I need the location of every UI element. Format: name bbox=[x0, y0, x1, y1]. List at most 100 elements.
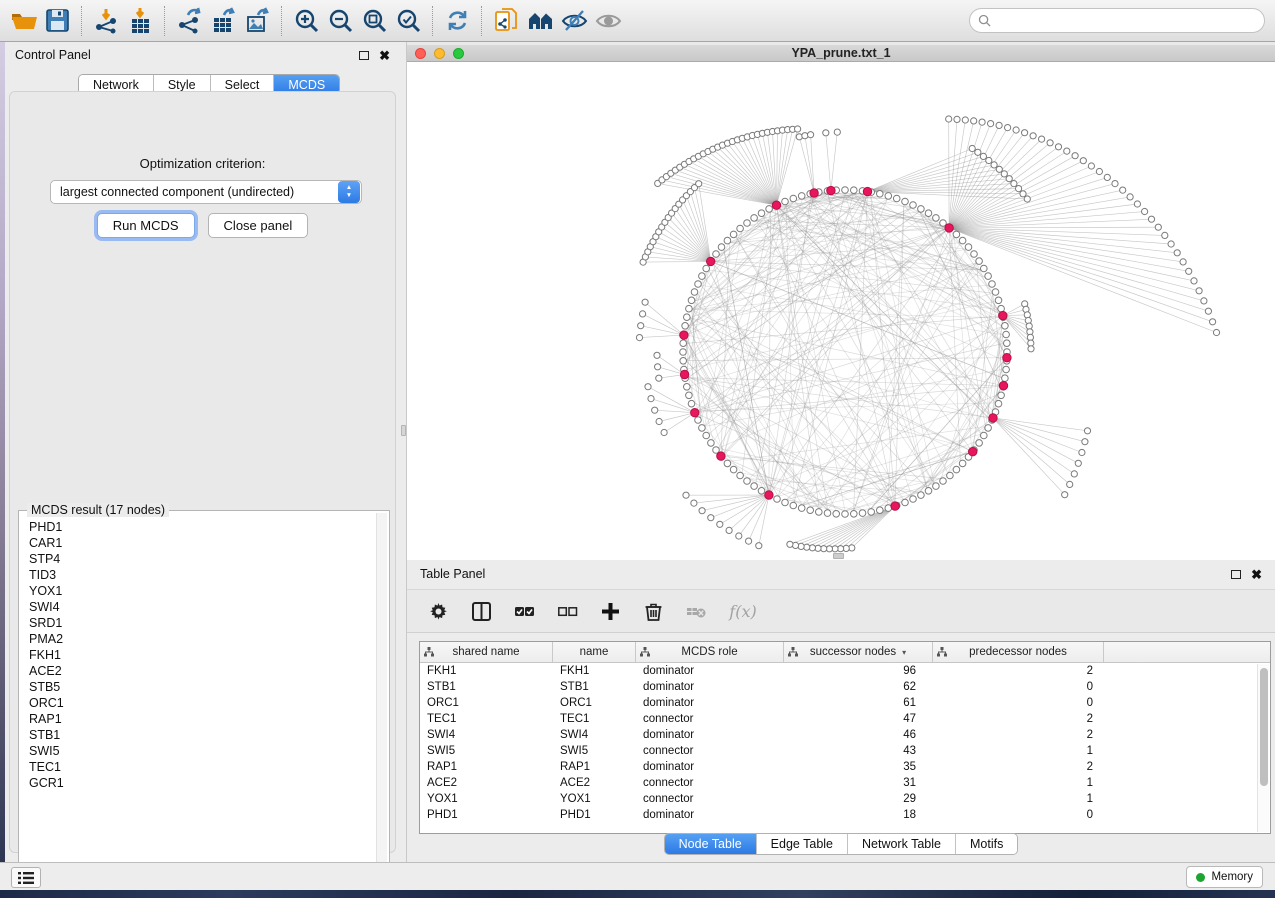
table-row[interactable]: YOX1YOX1connector291 bbox=[420, 791, 1270, 807]
hide-selected-icon[interactable] bbox=[557, 5, 591, 37]
first-neighbors-icon[interactable] bbox=[523, 5, 557, 37]
table-cell: dominator bbox=[636, 697, 784, 709]
task-history-button[interactable] bbox=[11, 867, 41, 888]
function-builder-icon: f(x) bbox=[726, 598, 760, 624]
float-panel-icon[interactable] bbox=[359, 51, 369, 60]
memory-button[interactable]: Memory bbox=[1186, 866, 1263, 888]
zoom-selected-icon[interactable] bbox=[391, 5, 425, 37]
table-row[interactable]: SWI4SWI4dominator462 bbox=[420, 727, 1270, 743]
result-node[interactable]: SWI5 bbox=[21, 743, 375, 759]
table-row[interactable]: STB1STB1dominator620 bbox=[420, 679, 1270, 695]
close-table-panel-icon[interactable]: ✖ bbox=[1251, 568, 1262, 581]
divider-grip[interactable] bbox=[401, 425, 406, 436]
export-table-icon[interactable] bbox=[206, 5, 240, 37]
deselect-all-icon[interactable] bbox=[554, 598, 580, 624]
add-column-icon[interactable] bbox=[597, 598, 623, 624]
result-node[interactable]: SWI4 bbox=[21, 599, 375, 615]
result-node[interactable]: GCR1 bbox=[21, 775, 375, 791]
column-header-predecessor-nodes[interactable]: predecessor nodes bbox=[933, 642, 1104, 662]
result-node[interactable]: TID3 bbox=[21, 567, 375, 583]
maximize-window-icon[interactable] bbox=[453, 48, 464, 59]
result-node[interactable]: ACE2 bbox=[21, 663, 375, 679]
column-header-successor-nodes[interactable]: successor nodes▾ bbox=[784, 642, 933, 662]
split-columns-icon[interactable] bbox=[468, 598, 494, 624]
table-cell: 46 bbox=[784, 729, 933, 741]
table-cell: 62 bbox=[784, 681, 933, 693]
table-row[interactable]: SWI5SWI5connector431 bbox=[420, 743, 1270, 759]
table-cell: connector bbox=[636, 713, 784, 725]
import-table-icon[interactable] bbox=[123, 5, 157, 37]
float-table-panel-icon[interactable] bbox=[1231, 570, 1241, 579]
table-row[interactable]: ACE2ACE2connector311 bbox=[420, 775, 1270, 791]
tab-network-table[interactable]: Network Table bbox=[848, 834, 956, 854]
tab-motifs[interactable]: Motifs bbox=[956, 834, 1017, 854]
zoom-in-icon[interactable] bbox=[289, 5, 323, 37]
table-cell: 1 bbox=[933, 777, 1104, 789]
table-cell: dominator bbox=[636, 681, 784, 693]
list-icon bbox=[18, 872, 34, 884]
table-cell: 35 bbox=[784, 761, 933, 773]
zoom-fit-icon[interactable] bbox=[357, 5, 391, 37]
result-node[interactable]: ORC1 bbox=[21, 695, 375, 711]
network-window: YPA_prune.txt_1 bbox=[407, 42, 1275, 561]
result-node[interactable]: SRD1 bbox=[21, 615, 375, 631]
panel-divider[interactable] bbox=[400, 42, 407, 862]
apply-layout-icon[interactable] bbox=[440, 5, 474, 37]
result-node[interactable]: PMA2 bbox=[21, 631, 375, 647]
open-session-icon[interactable] bbox=[6, 5, 40, 37]
select-all-icon[interactable] bbox=[511, 598, 537, 624]
split-grip[interactable] bbox=[833, 553, 844, 559]
table-row[interactable]: FKH1FKH1dominator962 bbox=[420, 663, 1270, 679]
column-header-shared-name[interactable]: shared name bbox=[420, 642, 553, 662]
close-panel-icon[interactable]: ✖ bbox=[379, 49, 390, 62]
tab-node-table[interactable]: Node Table bbox=[665, 834, 757, 854]
table-scrollbar-thumb[interactable] bbox=[1260, 668, 1268, 786]
search-box[interactable] bbox=[969, 8, 1265, 33]
network-canvas[interactable] bbox=[407, 62, 1275, 560]
export-image-icon[interactable] bbox=[240, 5, 274, 37]
gear-icon[interactable] bbox=[425, 598, 451, 624]
close-panel-button[interactable]: Close panel bbox=[208, 213, 309, 238]
table-cell: SWI4 bbox=[553, 729, 636, 741]
column-header-name[interactable]: name bbox=[553, 642, 636, 662]
criterion-dropdown[interactable]: largest connected component (undirected)… bbox=[50, 180, 362, 204]
table-row[interactable]: RAP1RAP1dominator352 bbox=[420, 759, 1270, 775]
clone-network-icon[interactable] bbox=[489, 5, 523, 37]
network-window-titlebar[interactable]: YPA_prune.txt_1 bbox=[407, 45, 1275, 62]
delete-column-icon[interactable] bbox=[640, 598, 666, 624]
close-window-icon[interactable] bbox=[415, 48, 426, 59]
table-row[interactable]: TEC1TEC1connector472 bbox=[420, 711, 1270, 727]
result-node[interactable]: TEC1 bbox=[21, 759, 375, 775]
table-scrollbar[interactable] bbox=[1257, 664, 1269, 832]
table-cell: FKH1 bbox=[420, 665, 553, 677]
table-row[interactable]: ORC1ORC1dominator610 bbox=[420, 695, 1270, 711]
result-node[interactable]: YOX1 bbox=[21, 583, 375, 599]
column-header-MCDS-role[interactable]: MCDS role bbox=[636, 642, 784, 662]
show-all-icon[interactable] bbox=[591, 5, 625, 37]
result-list-scrollbar[interactable] bbox=[376, 513, 387, 879]
table-panel: Table Panel ✖ f(x) shared namenameMCDS r… bbox=[407, 561, 1275, 862]
minimize-window-icon[interactable] bbox=[434, 48, 445, 59]
result-node[interactable]: STP4 bbox=[21, 551, 375, 567]
import-network-icon[interactable] bbox=[89, 5, 123, 37]
table-cell: TEC1 bbox=[553, 713, 636, 725]
export-network-icon[interactable] bbox=[172, 5, 206, 37]
save-session-icon[interactable] bbox=[40, 5, 74, 37]
mcds-result-list[interactable]: PHD1CAR1STP4TID3YOX1SWI4SRD1PMA2FKH1ACE2… bbox=[21, 519, 375, 879]
table-cell: ORC1 bbox=[553, 697, 636, 709]
search-input[interactable] bbox=[991, 14, 1264, 28]
run-mcds-button[interactable]: Run MCDS bbox=[97, 213, 195, 238]
result-node[interactable]: STB1 bbox=[21, 727, 375, 743]
result-node[interactable]: CAR1 bbox=[21, 535, 375, 551]
result-node[interactable]: STB5 bbox=[21, 679, 375, 695]
result-node[interactable]: PHD1 bbox=[21, 519, 375, 535]
zoom-out-icon[interactable] bbox=[323, 5, 357, 37]
result-node[interactable]: FKH1 bbox=[21, 647, 375, 663]
table-row[interactable]: PHD1PHD1dominator180 bbox=[420, 807, 1270, 823]
result-node[interactable]: RAP1 bbox=[21, 711, 375, 727]
table-cell: connector bbox=[636, 777, 784, 789]
network-graph[interactable] bbox=[407, 62, 1275, 560]
status-bar: Memory bbox=[0, 862, 1275, 890]
tab-edge-table[interactable]: Edge Table bbox=[757, 834, 848, 854]
node-table[interactable]: shared namenameMCDS rolesuccessor nodes▾… bbox=[419, 641, 1271, 834]
